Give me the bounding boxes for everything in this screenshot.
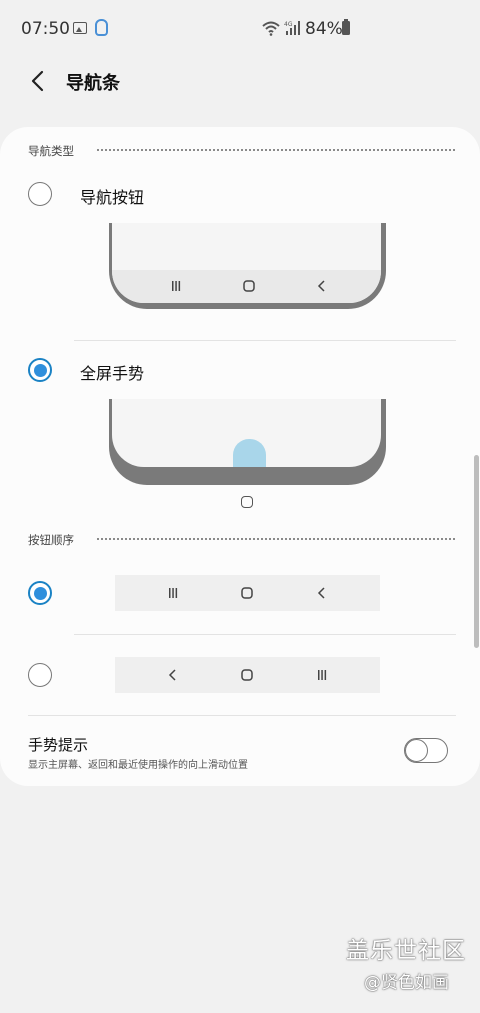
home-icon (241, 669, 253, 681)
status-time: 07:50 (21, 19, 70, 39)
radio-button-order-1[interactable] (28, 581, 52, 605)
preview-screen (112, 399, 381, 467)
battery-icon (342, 19, 350, 35)
preview-nav-buttons[interactable] (109, 223, 386, 309)
watermark-sub: @贤色如画 (364, 973, 449, 993)
preview-gestures[interactable] (109, 399, 386, 485)
battery-percent: 84% (305, 19, 343, 39)
gallery-icon (73, 22, 87, 34)
recents-icon (169, 588, 178, 598)
radio-full-screen-gestures[interactable] (28, 358, 52, 382)
section-divider (97, 149, 455, 151)
svg-text:4G: 4G (284, 21, 293, 28)
wifi-icon (262, 21, 280, 36)
scrollbar[interactable] (474, 455, 479, 648)
button-order-preview-1[interactable] (115, 575, 380, 611)
gesture-handle (233, 439, 266, 467)
preview-navbar (112, 270, 381, 303)
button-order-preview-2[interactable] (115, 657, 380, 693)
home-icon (241, 587, 253, 599)
section-header-nav-type: 导航类型 (28, 144, 74, 158)
section-divider (97, 538, 455, 540)
signal-4g-icon: 4G (284, 21, 300, 35)
back-icon (168, 669, 176, 681)
gesture-hint-subtitle: 显示主屏幕、返回和最近使用操作的向上滑动位置 (28, 760, 248, 771)
radio-nav-buttons[interactable] (28, 182, 52, 206)
home-hint-icon (241, 496, 253, 508)
option-divider (74, 634, 456, 635)
preview-screen (112, 223, 381, 303)
option-label-nav-buttons: 导航按钮 (80, 188, 145, 207)
option-divider (74, 340, 456, 341)
recents-icon (318, 670, 327, 680)
radio-button-order-2[interactable] (28, 663, 52, 687)
status-bar: 07:50 4G 84% (0, 0, 480, 58)
gesture-hint-switch[interactable] (404, 738, 448, 763)
page-title: 导航条 (66, 73, 120, 94)
recents-icon (172, 281, 181, 291)
option-divider (28, 715, 456, 716)
back-icon (317, 587, 325, 599)
switch-knob (405, 738, 428, 762)
watermark-main: 盖乐世社区 (346, 938, 466, 964)
section-header-button-order: 按钮顺序 (28, 533, 74, 547)
back-icon (317, 280, 325, 292)
option-label-full-screen-gestures: 全屏手势 (80, 364, 145, 383)
back-arrow-icon[interactable] (26, 68, 50, 94)
gesture-hint-title: 手势提示 (28, 736, 89, 754)
home-icon (243, 280, 255, 292)
samsung-account-icon (95, 19, 108, 36)
